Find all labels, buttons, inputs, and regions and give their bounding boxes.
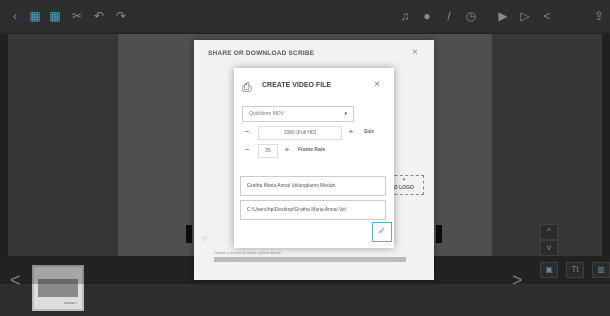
chevron-down-icon: ▾ (344, 111, 347, 117)
size-value: 1080 (Full HD) (258, 126, 342, 140)
save-path-value: C:\Users\hp\Desktop\Gratha Maria Annai V… (247, 207, 346, 213)
music-icon[interactable]: ♫ (398, 9, 412, 23)
export-icon[interactable]: ⇪ (592, 9, 606, 23)
size-increase-button[interactable]: + (346, 126, 356, 138)
play-icon[interactable]: ▷ (518, 9, 532, 23)
frame-rate-stepper: − 25 + Frame Rate (242, 144, 392, 158)
undo-icon[interactable]: ↶ (92, 9, 106, 23)
chevron-left-icon[interactable]: ‹ (8, 9, 22, 23)
filename-input[interactable]: Gratha Maria Annai Velangkanni Medan (240, 176, 386, 196)
save-icon[interactable]: ▦ (28, 9, 42, 23)
top-toolbar: ‹ ▦ ▦ ✂ ↶ ↷ ♫ ● / ◷ ▶ ▷ < ⇪ (0, 0, 610, 33)
frame-rate-value: 25 (258, 144, 278, 158)
size-stepper: − 1080 (Full HD) + Size (242, 126, 392, 140)
close-icon[interactable]: × (374, 79, 380, 90)
timer-icon[interactable]: ◷ (464, 9, 478, 23)
mic-icon[interactable]: ● (420, 9, 434, 23)
frame-rate-increase-button[interactable]: + (282, 144, 292, 156)
filename-value: Gratha Maria Annai Velangkanni Medan (247, 183, 336, 189)
heart-icon[interactable]: ♡ (202, 236, 207, 243)
thumbnail-label: SCENE 1 (64, 301, 77, 305)
pen-icon[interactable]: / (442, 9, 456, 23)
redo-icon[interactable]: ↷ (114, 9, 128, 23)
hint-text: Select a render or share option above (214, 250, 281, 255)
format-value: Quicktime MOV (249, 111, 285, 117)
progress-bar (214, 257, 406, 262)
save-as-icon[interactable]: ▦ (48, 9, 62, 23)
close-icon[interactable]: × (412, 47, 418, 58)
dialog-title: SHARE OR DOWNLOAD SCRIBE (208, 50, 315, 57)
save-path-input[interactable]: C:\Users\hp\Desktop\Gratha Maria Annai V… (240, 200, 386, 220)
size-decrease-button[interactable]: − (242, 126, 252, 138)
dialog-title: CREATE VIDEO FILE (262, 82, 332, 89)
format-select[interactable]: Quicktime MOV ▾ (242, 106, 354, 122)
frame-rate-decrease-button[interactable]: − (242, 144, 252, 156)
video-file-icon: ⎙ (242, 80, 252, 94)
size-label: Size (364, 129, 375, 135)
share-icon[interactable]: < (540, 9, 554, 23)
create-video-dialog: ⎙ CREATE VIDEO FILE × Quicktime MOV ▾ − … (234, 68, 394, 248)
play-from-icon[interactable]: ▶ (496, 9, 510, 23)
frame-rate-label: Frame Rate (298, 147, 326, 153)
cut-icon[interactable]: ✂ (70, 9, 84, 23)
confirm-button[interactable]: ✓ (372, 222, 392, 242)
